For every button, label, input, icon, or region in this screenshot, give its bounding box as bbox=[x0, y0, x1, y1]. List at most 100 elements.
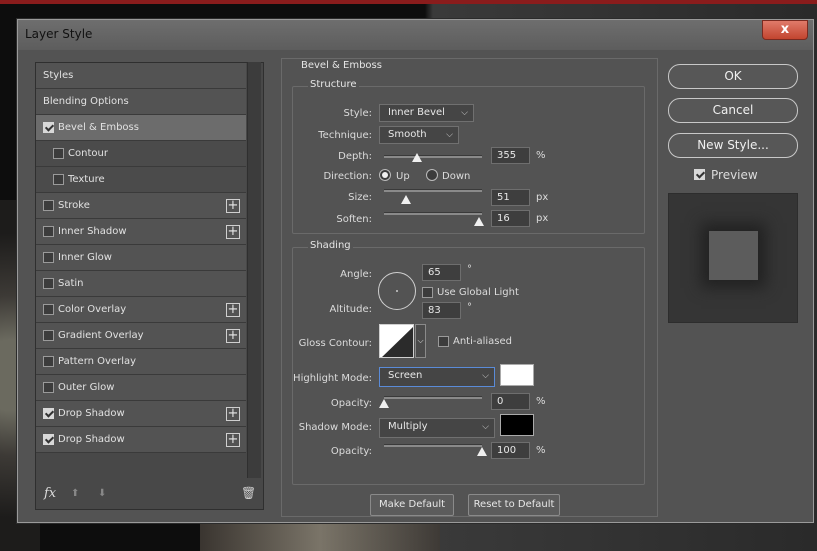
style-item-inner-glow[interactable]: Inner Glow bbox=[36, 245, 246, 271]
style-item-drop-shadow[interactable]: Drop Shadow + bbox=[36, 401, 246, 427]
style-item-checkbox[interactable] bbox=[43, 200, 54, 211]
highlight-color-swatch[interactable] bbox=[500, 364, 534, 386]
style-item-bevel-emboss[interactable]: Bevel & Emboss bbox=[36, 115, 246, 141]
global-light-checkbox[interactable] bbox=[422, 287, 433, 298]
add-effect-plus-icon[interactable]: + bbox=[226, 433, 240, 447]
add-effect-plus-icon[interactable]: + bbox=[226, 407, 240, 421]
add-effect-plus-icon[interactable]: + bbox=[226, 329, 240, 343]
style-item-checkbox[interactable] bbox=[43, 408, 54, 419]
style-item-drop-shadow[interactable]: Drop Shadow + bbox=[36, 427, 246, 453]
title-bar[interactable]: Layer Style x bbox=[18, 20, 813, 50]
styles-list-panel: Styles Blending Options Bevel & Emboss Cont… bbox=[35, 62, 264, 510]
ok-button[interactable]: OK bbox=[668, 64, 798, 89]
style-item-label: Contour bbox=[68, 148, 108, 159]
background-top-bar bbox=[0, 0, 817, 4]
add-effect-plus-icon[interactable]: + bbox=[226, 303, 240, 317]
shadow-opacity-thumb[interactable] bbox=[477, 447, 487, 456]
highlight-mode-select[interactable]: Screen ⌵ bbox=[379, 367, 495, 387]
direction-up-radio[interactable] bbox=[379, 169, 391, 181]
add-effect-plus-icon[interactable]: + bbox=[226, 225, 240, 239]
style-item-label: Drop Shadow bbox=[58, 434, 125, 445]
gloss-contour-swatch[interactable] bbox=[379, 324, 414, 358]
style-select[interactable]: Inner Bevel ⌵ bbox=[379, 104, 474, 122]
global-light-label: Use Global Light bbox=[437, 287, 519, 298]
new-style-button[interactable]: New Style... bbox=[668, 133, 798, 158]
style-item-checkbox[interactable] bbox=[43, 330, 54, 341]
style-item-contour[interactable]: Contour bbox=[36, 141, 246, 167]
highlight-opacity-slider[interactable] bbox=[384, 396, 482, 399]
styles-list-scrollbar[interactable] bbox=[247, 62, 261, 478]
trash-icon[interactable]: 🗑 bbox=[241, 486, 256, 500]
style-item-checkbox[interactable] bbox=[43, 382, 54, 393]
preview-shape bbox=[709, 231, 758, 280]
size-slider-thumb[interactable] bbox=[400, 195, 411, 204]
highlight-opacity-label: Opacity: bbox=[330, 398, 372, 409]
depth-slider-thumb[interactable] bbox=[412, 153, 423, 162]
technique-select[interactable]: Smooth ⌵ bbox=[379, 126, 459, 144]
style-item-checkbox[interactable] bbox=[53, 174, 64, 185]
chevron-down-icon: ⌵ bbox=[461, 108, 468, 118]
soften-slider[interactable] bbox=[384, 212, 482, 215]
soften-slider-thumb[interactable] bbox=[474, 217, 485, 226]
technique-label: Technique: bbox=[318, 130, 372, 141]
depth-label: Depth: bbox=[338, 151, 372, 162]
style-item-styles[interactable]: Styles bbox=[36, 63, 246, 89]
chevron-down-icon: ⌵ bbox=[482, 371, 489, 381]
size-slider[interactable] bbox=[384, 189, 482, 192]
bevel-emboss-panel: Bevel & Emboss Structure Style: Inner Be… bbox=[281, 58, 658, 517]
style-item-checkbox[interactable] bbox=[53, 148, 64, 159]
highlight-opacity-thumb[interactable] bbox=[379, 399, 389, 408]
style-item-inner-shadow[interactable]: Inner Shadow + bbox=[36, 219, 246, 245]
style-item-label: Blending Options bbox=[43, 96, 129, 107]
depth-slider[interactable] bbox=[384, 155, 482, 158]
style-item-color-overlay[interactable]: Color Overlay + bbox=[36, 297, 246, 323]
style-item-outer-glow[interactable]: Outer Glow bbox=[36, 375, 246, 401]
depth-input[interactable]: 355 bbox=[491, 147, 530, 164]
style-item-gradient-overlay[interactable]: Gradient Overlay + bbox=[36, 323, 246, 349]
style-item-texture[interactable]: Texture bbox=[36, 167, 246, 193]
direction-down-radio[interactable] bbox=[426, 169, 438, 181]
style-item-label: Stroke bbox=[58, 200, 90, 211]
move-down-icon[interactable]: ⬇ bbox=[98, 488, 106, 499]
preview-checkbox[interactable] bbox=[694, 169, 705, 180]
style-item-label: Styles bbox=[43, 70, 74, 81]
style-item-checkbox[interactable] bbox=[43, 278, 54, 289]
soften-input[interactable]: 16 bbox=[491, 210, 530, 227]
style-label: Style: bbox=[343, 108, 373, 119]
make-default-button[interactable]: Make Default bbox=[370, 494, 454, 516]
chevron-down-icon: ⌵ bbox=[446, 130, 453, 140]
shadow-color-swatch[interactable] bbox=[500, 414, 534, 436]
add-effect-plus-icon[interactable]: + bbox=[226, 199, 240, 213]
style-item-stroke[interactable]: Stroke + bbox=[36, 193, 246, 219]
style-item-satin[interactable]: Satin bbox=[36, 271, 246, 297]
style-item-checkbox[interactable] bbox=[43, 434, 54, 445]
style-item-checkbox[interactable] bbox=[43, 304, 54, 315]
direction-up-label: Up bbox=[396, 171, 410, 182]
angle-dial[interactable] bbox=[378, 272, 416, 310]
shadow-mode-select[interactable]: Multiply ⌵ bbox=[379, 418, 495, 438]
style-item-checkbox[interactable] bbox=[43, 252, 54, 263]
shadow-opacity-input[interactable]: 100 bbox=[491, 442, 530, 459]
style-item-checkbox[interactable] bbox=[43, 356, 54, 367]
style-item-blending-options[interactable]: Blending Options bbox=[36, 89, 246, 115]
close-button[interactable]: x bbox=[762, 20, 808, 40]
size-input[interactable]: 51 bbox=[491, 189, 530, 206]
highlight-opacity-input[interactable]: 0 bbox=[491, 393, 530, 410]
anti-aliased-checkbox[interactable] bbox=[438, 336, 449, 347]
reset-to-default-button[interactable]: Reset to Default bbox=[468, 494, 560, 516]
angle-input[interactable]: 65 bbox=[422, 264, 461, 281]
size-unit: px bbox=[536, 192, 549, 203]
altitude-input[interactable]: 83 bbox=[422, 302, 461, 319]
fx-icon[interactable]: fx bbox=[44, 486, 56, 501]
cancel-button[interactable]: Cancel bbox=[668, 98, 798, 123]
style-item-pattern-overlay[interactable]: Pattern Overlay bbox=[36, 349, 246, 375]
shadow-opacity-slider[interactable] bbox=[384, 444, 482, 447]
style-item-label: Bevel & Emboss bbox=[58, 122, 139, 133]
style-item-checkbox[interactable] bbox=[43, 122, 54, 133]
dialog-title: Layer Style bbox=[25, 27, 93, 41]
move-up-icon[interactable]: ⬆ bbox=[71, 488, 79, 499]
direction-label: Direction: bbox=[323, 171, 372, 182]
chevron-down-icon: ⌵ bbox=[482, 422, 489, 432]
chevron-down-icon[interactable]: ⌵ bbox=[415, 324, 426, 358]
style-item-checkbox[interactable] bbox=[43, 226, 54, 237]
